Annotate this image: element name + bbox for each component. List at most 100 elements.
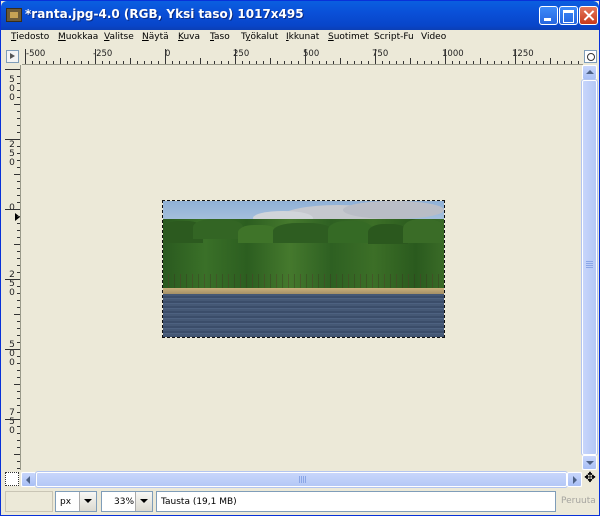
photo-water — [163, 294, 444, 337]
ruler-tick — [17, 363, 20, 364]
ruler-tick — [200, 58, 201, 64]
chevron-down-icon[interactable] — [135, 492, 152, 511]
menu-video[interactable]: Video — [421, 32, 446, 42]
ruler-tick — [17, 370, 20, 371]
quick-mask-toggle[interactable] — [5, 472, 19, 486]
navigate-icon[interactable]: ✥ — [583, 471, 597, 486]
canvas-area[interactable] — [22, 65, 582, 470]
horizontal-scroll-thumb[interactable] — [35, 471, 568, 488]
ruler-tick — [480, 58, 481, 64]
ruler-tick — [17, 328, 20, 329]
scroll-left-arrow-icon[interactable] — [21, 472, 36, 487]
ruler-tick — [17, 468, 20, 469]
scroll-up-arrow-icon[interactable] — [582, 65, 597, 80]
ruler-tick — [17, 426, 20, 427]
vruler-label: 250 — [7, 270, 17, 297]
image-layer[interactable] — [162, 200, 445, 338]
ruler-tick — [235, 49, 236, 64]
ruler-tick — [17, 258, 20, 259]
ruler-tick — [17, 202, 20, 203]
horizontal-ruler[interactable]: -500 -250 0 250 500 750 1000 1250 — [22, 48, 583, 65]
ruler-tick — [95, 49, 96, 64]
zoom-selector[interactable]: 33% — [101, 491, 153, 512]
ruler-tick — [375, 49, 376, 64]
ruler-tick — [17, 461, 20, 462]
ruler-tick — [25, 49, 26, 64]
ruler-tick — [17, 216, 20, 217]
close-button[interactable] — [579, 6, 598, 25]
ruler-tick — [17, 195, 20, 196]
ruler-tick — [130, 58, 131, 64]
menu-layer[interactable]: Taso — [210, 32, 230, 42]
horizontal-scrollbar[interactable] — [21, 471, 582, 488]
menu-select[interactable]: Valitse — [104, 32, 134, 42]
vertical-ruler[interactable]: 500 250 0 250 500 750 — [4, 65, 21, 470]
scroll-down-arrow-icon[interactable] — [582, 455, 597, 470]
ruler-tick — [14, 454, 20, 455]
unit-value: px — [60, 497, 72, 507]
scroll-right-arrow-icon[interactable] — [567, 472, 582, 487]
ruler-tick — [270, 58, 271, 64]
ruler-tick — [17, 181, 20, 182]
ruler-tick — [17, 356, 20, 357]
ruler-tick — [5, 419, 20, 420]
menu-script-fu[interactable]: Script-Fu — [374, 32, 414, 42]
zoom-on-resize-icon[interactable] — [584, 50, 597, 63]
photo-forest — [163, 219, 444, 304]
window-title: *ranta.jpg-4.0 (RGB, Yksi taso) 1017x495 — [25, 7, 304, 21]
ruler-tick — [17, 307, 20, 308]
menu-windows[interactable]: Ikkunat — [286, 32, 319, 42]
layer-info: Tausta (19,1 MB) — [156, 491, 556, 512]
ruler-tick — [60, 58, 61, 64]
title-bar[interactable]: *ranta.jpg-4.0 (RGB, Yksi taso) 1017x495 — [1, 1, 599, 30]
ruler-tick — [17, 398, 20, 399]
ruler-tick — [17, 153, 20, 154]
ruler-tick — [17, 321, 20, 322]
cancel-button[interactable]: Peruuta — [558, 491, 598, 512]
ruler-tick — [17, 405, 20, 406]
ruler-tick — [410, 58, 411, 64]
ruler-tick — [17, 342, 20, 343]
menu-image[interactable]: Kuva — [178, 32, 200, 42]
ruler-tick — [17, 412, 20, 413]
ruler-tick — [14, 104, 20, 105]
menu-tools[interactable]: Työkalut — [241, 32, 278, 42]
vruler-label: 500 — [7, 340, 17, 367]
maximize-button[interactable] — [559, 6, 578, 25]
ruler-tick — [17, 300, 20, 301]
ruler-tick — [17, 125, 20, 126]
ruler-tick — [550, 58, 551, 64]
ruler-tick — [17, 167, 20, 168]
image-window: *ranta.jpg-4.0 (RGB, Yksi taso) 1017x495… — [0, 0, 600, 516]
image-thumbnail-icon[interactable] — [6, 8, 22, 22]
image-menu-arrow-button[interactable] — [6, 50, 19, 63]
chevron-down-icon[interactable] — [79, 492, 96, 511]
menu-file[interactable]: Tiedosto — [11, 32, 49, 42]
ruler-tick — [17, 223, 20, 224]
vertical-scroll-thumb[interactable] — [581, 79, 598, 456]
vertical-scrollbar[interactable] — [581, 65, 598, 470]
ruler-tick — [17, 132, 20, 133]
menu-edit[interactable]: Muokkaa — [58, 32, 98, 42]
ruler-tick — [17, 230, 20, 231]
ruler-tick — [17, 286, 20, 287]
unit-selector[interactable]: px — [55, 491, 97, 512]
zoom-value: 33% — [114, 497, 135, 507]
ruler-tick — [17, 188, 20, 189]
ruler-tick — [17, 265, 20, 266]
ruler-tick — [17, 97, 20, 98]
minimize-button[interactable] — [539, 6, 558, 25]
ruler-tick — [17, 146, 20, 147]
ruler-tick — [17, 111, 20, 112]
pointer-position-marker — [15, 213, 20, 221]
ruler-tick — [17, 251, 20, 252]
menu-filters[interactable]: Suotimet — [328, 32, 369, 42]
ruler-tick — [340, 58, 341, 64]
ruler-tick — [17, 447, 20, 448]
menu-view[interactable]: Näytä — [142, 32, 169, 42]
pointer-coordinates — [5, 491, 53, 512]
ruler-tick — [17, 293, 20, 294]
vruler-label: 500 — [7, 75, 17, 102]
ruler-tick — [14, 174, 20, 175]
ruler-tick — [17, 391, 20, 392]
